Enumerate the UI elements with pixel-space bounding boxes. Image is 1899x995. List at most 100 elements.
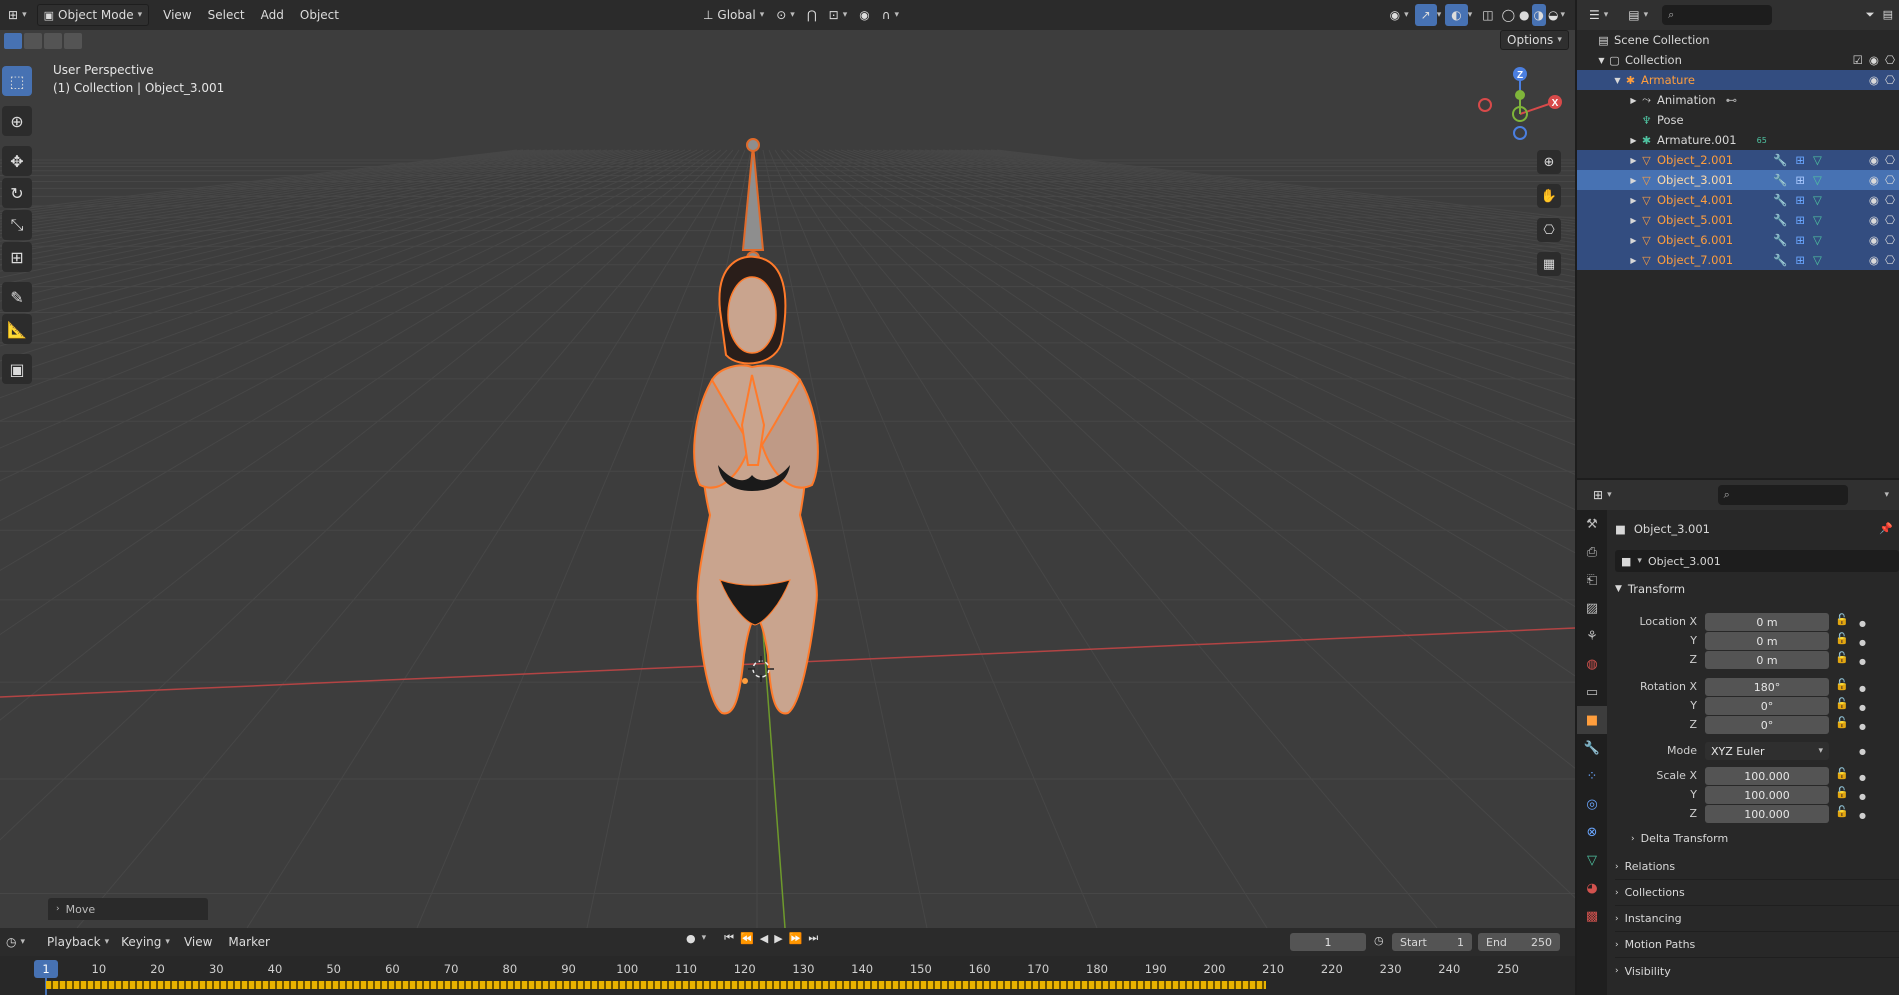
tab-object[interactable]: ■ <box>1577 706 1607 734</box>
3d-cursor[interactable] <box>746 654 776 684</box>
select-subtract-button[interactable] <box>44 33 62 49</box>
tree-row-animation[interactable]: ▶ ⤳ Animation ⊷ <box>1577 90 1899 110</box>
playhead[interactable]: 1 <box>34 960 58 978</box>
wrench-icon[interactable]: 🔧 <box>1773 173 1787 187</box>
tab-data[interactable]: ▽ <box>1577 846 1607 874</box>
menu-select[interactable]: Select <box>200 8 253 22</box>
tree-row-collection[interactable]: ▼ ▢ Collection ☑ ◉ ⎔ <box>1577 50 1899 70</box>
location-z-field[interactable]: 0 m <box>1705 651 1829 669</box>
options-dropdown[interactable]: Options ▾ <box>1500 30 1569 50</box>
mode-dropdown[interactable]: ▣ Object Mode ▾ <box>36 4 150 26</box>
eye-icon[interactable]: ◉ <box>1869 213 1879 227</box>
camera-icon[interactable]: ⎔ <box>1885 53 1895 67</box>
eye-icon[interactable]: ◉ <box>1869 173 1879 187</box>
orientation-dropdown[interactable]: ⊥ Global ▾ <box>697 4 770 26</box>
tree-row-armature-001[interactable]: ▶ ✱ Armature.001 65 <box>1577 130 1899 150</box>
eye-icon[interactable]: ◉ <box>1869 253 1879 267</box>
lock-icon[interactable]: 🔓 <box>1835 697 1849 715</box>
lock-icon[interactable]: 🔓 <box>1835 613 1849 631</box>
keyframe-dot-icon[interactable]: ● <box>1859 698 1866 717</box>
tool-scale[interactable]: ⤡ <box>2 210 32 240</box>
tree-row-object-5[interactable]: ▶ ▽ Object_5.001 🔧 ⊞ ▽ ◉ ⎔ <box>1577 210 1899 230</box>
tree-row-object-6[interactable]: ▶ ▽ Object_6.001 🔧 ⊞ ▽ ◉ ⎔ <box>1577 230 1899 250</box>
tool-measure[interactable]: 📐 <box>2 314 32 344</box>
zoom-button[interactable]: ⊕ <box>1537 150 1561 174</box>
lock-icon[interactable]: 🔓 <box>1835 786 1849 804</box>
tool-transform[interactable]: ⊞ <box>2 242 32 272</box>
camera-icon[interactable]: ⎔ <box>1885 253 1895 267</box>
eye-icon[interactable]: ◉ <box>1869 153 1879 167</box>
tree-row-pose[interactable]: ♆ Pose <box>1577 110 1899 130</box>
eye-icon[interactable]: ◉ <box>1869 53 1879 67</box>
last-operator-panel[interactable]: › Move <box>48 898 208 920</box>
navigation-gizmo[interactable]: Z X <box>1465 62 1565 152</box>
expand-arrow-icon[interactable]: ▼ <box>1595 54 1608 67</box>
tab-material[interactable]: ◕ <box>1577 874 1607 902</box>
tool-cursor[interactable]: ⊕ <box>2 106 32 136</box>
tool-rotate[interactable]: ↻ <box>2 178 32 208</box>
location-x-field[interactable]: 0 m <box>1705 613 1829 631</box>
expand-arrow-icon[interactable]: ▶ <box>1627 94 1640 107</box>
new-collection-icon[interactable]: ▤ <box>1883 8 1893 22</box>
character-model[interactable] <box>660 135 890 735</box>
tool-select-box[interactable]: ⬚ <box>2 66 32 96</box>
checkbox-icon[interactable]: ☑ <box>1853 53 1863 67</box>
editor-type-button[interactable]: ⊞ ▾ <box>2 4 33 26</box>
wrench-icon[interactable]: 🔧 <box>1773 213 1787 227</box>
camera-icon[interactable]: ⎔ <box>1885 73 1895 87</box>
tree-row-object-7[interactable]: ▶ ▽ Object_7.001 🔧 ⊞ ▽ ◉ ⎔ <box>1577 250 1899 270</box>
keyframe-dot-icon[interactable]: ● <box>1859 614 1866 633</box>
tool-add-cube[interactable]: ▣ <box>2 354 32 384</box>
shading-wireframe[interactable]: ◯ <box>1500 4 1517 26</box>
expand-arrow-icon[interactable]: ▶ <box>1627 234 1640 247</box>
filter-icon[interactable]: ⏷ <box>1866 8 1875 22</box>
lock-icon[interactable]: 🔓 <box>1835 678 1849 696</box>
keyframe-dot-icon[interactable]: ● <box>1859 652 1866 671</box>
rotation-mode-dropdown[interactable]: XYZ Euler ▾ <box>1705 742 1829 760</box>
keyframe-strip[interactable] <box>46 981 1266 989</box>
tab-particles[interactable]: ⁘ <box>1577 762 1607 790</box>
camera-icon[interactable]: ⎔ <box>1885 173 1895 187</box>
location-y-field[interactable]: 0 m <box>1705 632 1829 650</box>
camera-icon[interactable]: ⎔ <box>1885 233 1895 247</box>
wrench-icon[interactable]: 🔧 <box>1773 253 1787 267</box>
scale-z-field[interactable]: 100.000 <box>1705 805 1829 823</box>
tab-physics[interactable]: ◎ <box>1577 790 1607 818</box>
properties-search[interactable]: ⌕ <box>1717 485 1848 505</box>
keyframe-dot-icon[interactable]: ● <box>1859 768 1866 787</box>
select-new-button[interactable] <box>4 33 22 49</box>
proportional-edit-toggle[interactable]: ◉ <box>853 4 875 26</box>
keyframe-dot-icon[interactable]: ● <box>1859 717 1866 736</box>
expand-arrow-icon[interactable]: ▼ <box>1611 74 1624 87</box>
panel-instancing[interactable]: › Instancing <box>1615 906 1899 932</box>
pin-icon[interactable]: 📌 <box>1879 522 1893 535</box>
shading-dropdown-caret[interactable]: ▾ <box>1560 10 1565 20</box>
properties-editor-type[interactable]: ⊞ ▾ <box>1587 484 1618 506</box>
camera-icon[interactable]: ⎔ <box>1885 153 1895 167</box>
3d-viewport[interactable]: ⊞ ▾ ▣ Object Mode ▾ View Select Add Objec… <box>0 0 1575 928</box>
menu-view[interactable]: View <box>155 8 199 22</box>
expand-arrow-icon[interactable]: ▶ <box>1627 174 1640 187</box>
select-extend-button[interactable] <box>24 33 42 49</box>
shading-rendered[interactable]: ◒ <box>1546 4 1560 26</box>
outliner-editor-type[interactable]: ☰ ▾ <box>1583 4 1614 26</box>
gizmo-toggle[interactable]: ↗ <box>1414 4 1437 26</box>
panel-relations[interactable]: › Relations <box>1615 854 1899 880</box>
tab-texture[interactable]: ▩ <box>1577 902 1607 930</box>
snap-dropdown[interactable]: ⊡ ▾ <box>823 4 854 26</box>
snap-toggle[interactable]: ⋂ <box>801 4 823 26</box>
tab-render[interactable]: ⎙ <box>1577 538 1607 566</box>
eye-icon[interactable]: ◉ <box>1869 193 1879 207</box>
rotation-x-field[interactable]: 180° <box>1705 678 1829 696</box>
lock-icon[interactable]: 🔓 <box>1835 716 1849 734</box>
lock-icon[interactable]: 🔓 <box>1835 632 1849 650</box>
select-invert-button[interactable] <box>64 33 82 49</box>
menu-object[interactable]: Object <box>292 8 347 22</box>
object-datablock-field[interactable]: ■ ▾ Object_3.001 <box>1615 550 1899 572</box>
delta-transform-header[interactable]: › Delta Transform <box>1631 832 1728 845</box>
xray-toggle[interactable]: ◫ <box>1476 4 1499 26</box>
properties-options-caret[interactable]: ▾ <box>1884 490 1889 500</box>
overlay-toggle[interactable]: ◐ <box>1445 4 1468 26</box>
keyframe-dot-icon[interactable]: ● <box>1859 787 1866 806</box>
tab-tool[interactable]: ⚒ <box>1577 510 1607 538</box>
